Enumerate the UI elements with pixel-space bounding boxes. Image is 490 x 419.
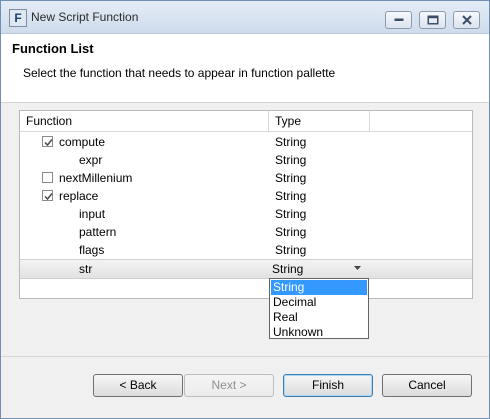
footer-divider <box>1 356 489 357</box>
minimize-icon <box>394 18 403 21</box>
dropdown-option-real[interactable]: Real <box>271 310 367 325</box>
table-row[interactable]: flags String <box>20 241 472 259</box>
table-row[interactable]: nextMillenium String <box>20 169 472 187</box>
parameter-name: flags <box>79 243 105 257</box>
parameter-name: input <box>79 207 106 221</box>
function-type[interactable]: String <box>275 171 306 185</box>
function-type[interactable]: String <box>275 189 306 203</box>
parameter-type[interactable]: String <box>275 207 306 221</box>
title-bar[interactable]: F New Script Function <box>1 1 489 34</box>
function-name: nextMillenium <box>59 171 133 185</box>
column-header-function[interactable]: Function <box>26 114 72 128</box>
row-checkbox[interactable] <box>42 136 53 147</box>
column-divider[interactable] <box>369 111 370 131</box>
back-button[interactable]: < Back <box>93 374 183 397</box>
finish-button[interactable]: Finish <box>283 374 373 397</box>
window-title: New Script Function <box>31 10 139 24</box>
parameter-name: pattern <box>79 225 117 239</box>
app-icon: F <box>9 9 27 27</box>
function-type[interactable]: String <box>275 135 306 149</box>
maximize-button[interactable] <box>419 11 446 29</box>
table-row[interactable]: expr String <box>20 151 472 169</box>
function-name: compute <box>59 135 106 149</box>
cancel-button[interactable]: Cancel <box>382 374 472 397</box>
type-dropdown-list[interactable]: String Decimal Real Unknown <box>269 278 369 339</box>
page-title: Function List <box>12 41 94 56</box>
table-row[interactable]: input String <box>20 205 472 223</box>
table-header: Function Type <box>20 111 472 132</box>
page-description: Select the function that needs to appear… <box>23 66 336 80</box>
checkmark-icon <box>44 193 53 201</box>
parameter-type[interactable]: String <box>275 153 306 167</box>
column-divider[interactable] <box>268 111 269 131</box>
table-row[interactable]: replace String <box>20 187 472 205</box>
close-button[interactable] <box>453 11 480 29</box>
table-row-selected[interactable]: str String <box>20 259 472 279</box>
parameter-type[interactable]: String <box>275 225 306 239</box>
table-row[interactable]: compute String <box>20 133 472 151</box>
row-checkbox[interactable] <box>42 172 53 183</box>
type-combo-value[interactable]: String <box>272 262 303 276</box>
chevron-down-icon[interactable] <box>354 266 361 270</box>
wizard-header: Function List Select the function that n… <box>1 34 489 103</box>
dropdown-option-unknown[interactable]: Unknown <box>271 325 367 340</box>
minimize-button[interactable] <box>385 11 412 29</box>
dropdown-option-decimal[interactable]: Decimal <box>271 295 367 310</box>
parameter-type[interactable]: String <box>275 243 306 257</box>
column-header-type[interactable]: Type <box>275 114 301 128</box>
dialog-window: F New Script Function Function List Sele… <box>0 0 490 419</box>
dropdown-option-string[interactable]: String <box>271 280 367 295</box>
close-icon <box>461 15 472 25</box>
next-button[interactable]: Next > <box>184 374 274 397</box>
checkmark-icon <box>44 139 53 147</box>
function-name: replace <box>59 189 99 203</box>
parameter-name: str <box>79 262 93 276</box>
function-table[interactable]: Function Type compute String expr String… <box>19 110 473 299</box>
maximize-icon <box>427 15 438 25</box>
table-row[interactable]: pattern String <box>20 223 472 241</box>
parameter-name: expr <box>79 153 103 167</box>
row-checkbox[interactable] <box>42 190 53 201</box>
